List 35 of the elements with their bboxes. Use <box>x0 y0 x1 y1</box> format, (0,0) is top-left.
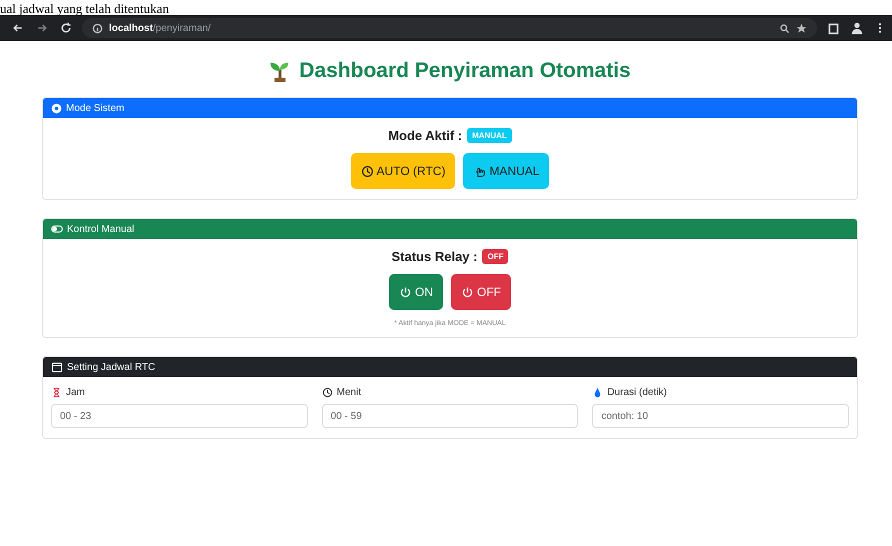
caption-text: ual jadwal yang telah ditentukan <box>0 1 169 16</box>
card-title: Setting Jadwal RTC <box>67 362 156 372</box>
back-icon <box>12 22 24 34</box>
calendar-icon <box>51 361 63 373</box>
info-icon <box>92 22 103 34</box>
status-label: Mode Aktif : <box>388 128 462 143</box>
relay-badge: OFF <box>482 249 508 264</box>
auto-button[interactable]: AUTO (RTC) <box>350 153 456 189</box>
star-icon <box>796 22 807 34</box>
hourglass-icon <box>51 387 62 398</box>
reload-icon <box>60 22 72 34</box>
field-label: Jam <box>66 387 85 398</box>
input-field[interactable]: contoh: 10 <box>592 404 849 428</box>
status-label: Status Relay : <box>392 249 478 264</box>
toggle-icon <box>51 223 63 235</box>
card-title: Kontrol Manual <box>67 224 134 234</box>
mode-badge: MANUAL <box>467 128 512 143</box>
field-label: Durasi (detik) <box>607 387 667 398</box>
on-button[interactable]: ON <box>389 274 443 310</box>
manual-button[interactable]: MANUAL <box>463 153 550 189</box>
forward-icon <box>36 22 48 34</box>
input-field[interactable]: 00 - 59 <box>322 404 578 428</box>
clock-icon <box>360 164 374 178</box>
page-title: Dashboard Penyiraman Otomatis <box>299 59 631 83</box>
address-bar[interactable]: localhost/penyiraman/ <box>82 18 817 38</box>
zoom-icon <box>779 22 790 34</box>
power-icon <box>399 286 412 298</box>
clock-icon <box>322 387 333 398</box>
url-text: localhost/penyiraman/ <box>109 22 211 34</box>
profile-icon <box>850 21 864 35</box>
card-title: Mode Sistem <box>66 102 124 114</box>
input-field[interactable]: 00 - 23 <box>51 404 308 428</box>
field-label: Menit <box>336 387 362 398</box>
off-button[interactable]: OFF <box>451 274 511 310</box>
power-icon <box>461 286 474 298</box>
